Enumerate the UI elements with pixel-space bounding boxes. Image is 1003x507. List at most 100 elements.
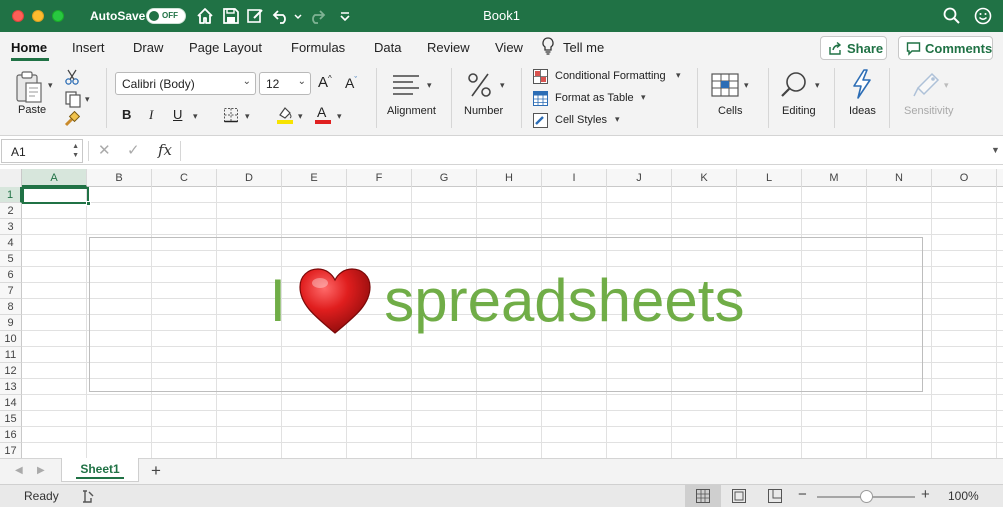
column-header-b[interactable]: B	[87, 169, 152, 187]
column-header-l[interactable]: L	[737, 169, 802, 187]
tell-me-search[interactable]: Tell me	[563, 40, 604, 55]
underline-dropdown-icon[interactable]: ▾	[193, 111, 198, 122]
highlight-dropdown-icon[interactable]: ▾	[298, 111, 303, 122]
row-header-9[interactable]: 9	[0, 315, 22, 331]
column-header-e[interactable]: E	[282, 169, 347, 187]
fill-handle[interactable]	[86, 201, 91, 206]
paste-dropdown-icon[interactable]: ▾	[48, 80, 53, 91]
column-header-j[interactable]: J	[607, 169, 672, 187]
font-size-select[interactable]: 12 ⌄	[259, 72, 311, 95]
tab-data[interactable]: Data	[374, 40, 401, 55]
row-header-13[interactable]: 13	[0, 379, 22, 395]
row-header-7[interactable]: 7	[0, 283, 22, 299]
font-color-button[interactable]: A	[315, 104, 331, 125]
share-button[interactable]: Share	[820, 36, 887, 60]
row-header-12[interactable]: 12	[0, 363, 22, 379]
font-color-dropdown-icon[interactable]: ▾	[337, 111, 342, 122]
borders-dropdown-icon[interactable]: ▾	[245, 111, 250, 122]
enter-icon[interactable]: ✓	[127, 141, 140, 159]
alignment-icon[interactable]	[391, 72, 421, 98]
search-icon[interactable]	[780, 70, 810, 100]
accessibility-icon[interactable]	[80, 489, 96, 505]
tab-home[interactable]: Home	[11, 40, 47, 55]
previous-sheet-icon[interactable]: ◀	[15, 465, 23, 476]
row-header-10[interactable]: 10	[0, 331, 22, 347]
maximize-window-button[interactable]	[52, 10, 64, 22]
customize-toolbar-icon[interactable]	[335, 6, 355, 26]
column-header-d[interactable]: D	[217, 169, 282, 187]
editing-dropdown-icon[interactable]: ▾	[815, 80, 820, 91]
grow-font-button[interactable]: A^	[318, 74, 332, 91]
column-header-c[interactable]: C	[152, 169, 217, 187]
zoom-in-button[interactable]: +	[921, 486, 930, 503]
search-icon[interactable]	[942, 6, 962, 26]
column-header-i[interactable]: I	[542, 169, 607, 187]
row-header-8[interactable]: 8	[0, 299, 22, 315]
insert-function-button[interactable]: fx	[158, 141, 172, 159]
column-header-a[interactable]: A	[22, 169, 87, 187]
copy-dropdown-icon[interactable]: ▾	[85, 94, 90, 105]
lightbulb-icon[interactable]	[540, 36, 556, 56]
formula-input[interactable]	[186, 140, 986, 162]
row-header-2[interactable]: 2	[0, 203, 22, 219]
italic-button[interactable]: I	[149, 107, 153, 123]
number-dropdown-icon[interactable]: ▾	[500, 80, 505, 91]
expand-formula-bar-icon[interactable]: ▼	[991, 145, 1000, 155]
page-layout-view-button[interactable]	[721, 485, 757, 507]
column-header-f[interactable]: F	[347, 169, 412, 187]
tab-insert[interactable]: Insert	[72, 40, 105, 55]
select-all-corner[interactable]	[0, 169, 22, 187]
zoom-percentage[interactable]: 100%	[948, 489, 979, 503]
ideas-lightning-icon[interactable]	[849, 68, 875, 100]
cells-icon[interactable]	[710, 70, 740, 98]
column-header-h[interactable]: H	[477, 169, 542, 187]
close-window-button[interactable]	[12, 10, 24, 22]
name-box-stepper-icon[interactable]: ▲ ▼	[72, 142, 79, 160]
cells-dropdown-icon[interactable]: ▾	[744, 80, 749, 91]
row-header-4[interactable]: 4	[0, 235, 22, 251]
paste-icon[interactable]	[14, 70, 44, 104]
row-header-16[interactable]: 16	[0, 427, 22, 443]
normal-view-button[interactable]	[685, 485, 721, 507]
name-box[interactable]: A1 ▲ ▼	[1, 139, 83, 163]
alignment-dropdown-icon[interactable]: ▾	[427, 80, 432, 91]
copy-icon[interactable]	[64, 90, 82, 108]
column-header-m[interactable]: M	[802, 169, 867, 187]
feedback-smiley-icon[interactable]	[973, 6, 993, 26]
column-header-k[interactable]: K	[672, 169, 737, 187]
column-header-g[interactable]: G	[412, 169, 477, 187]
font-name-select[interactable]: Calibri (Body) ⌄	[115, 72, 256, 95]
row-header-3[interactable]: 3	[0, 219, 22, 235]
highlight-color-icon[interactable]	[276, 105, 294, 125]
tab-review[interactable]: Review	[427, 40, 470, 55]
text-box-shape[interactable]: I spreadsheets	[89, 237, 923, 392]
edit-icon[interactable]	[245, 6, 265, 26]
undo-dropdown-icon[interactable]	[288, 6, 302, 26]
cut-icon[interactable]	[64, 68, 80, 86]
worksheet-grid[interactable]: ABCDEFGHIJKLMNO I spreadsheets 1 2 3 4 5…	[0, 169, 1003, 458]
tab-view[interactable]: View	[495, 40, 523, 55]
row-header-6[interactable]: 6	[0, 267, 22, 283]
row-header-17[interactable]: 17	[0, 443, 22, 458]
tab-page-layout[interactable]: Page Layout	[189, 40, 262, 55]
column-header-o[interactable]: O	[932, 169, 997, 187]
home-icon[interactable]	[195, 6, 215, 26]
row-header-14[interactable]: 14	[0, 395, 22, 411]
comments-button[interactable]: Comments	[898, 36, 993, 60]
percent-icon[interactable]	[466, 70, 494, 100]
format-painter-icon[interactable]	[62, 110, 81, 129]
add-sheet-button[interactable]: +	[151, 461, 161, 481]
tab-formulas[interactable]: Formulas	[291, 40, 345, 55]
zoom-out-button[interactable]: −	[798, 486, 807, 503]
zoom-slider-thumb[interactable]	[860, 490, 873, 503]
shrink-font-button[interactable]: Aˇ	[345, 75, 357, 91]
row-header-1[interactable]: 1	[0, 187, 22, 203]
row-header-11[interactable]: 11	[0, 347, 22, 363]
row-header-15[interactable]: 15	[0, 411, 22, 427]
page-break-view-button[interactable]	[757, 485, 793, 507]
tab-draw[interactable]: Draw	[133, 40, 163, 55]
cancel-icon[interactable]: ✕	[98, 141, 111, 159]
minimize-window-button[interactable]	[32, 10, 44, 22]
next-sheet-icon[interactable]: ▶	[37, 465, 45, 476]
column-header-n[interactable]: N	[867, 169, 932, 187]
